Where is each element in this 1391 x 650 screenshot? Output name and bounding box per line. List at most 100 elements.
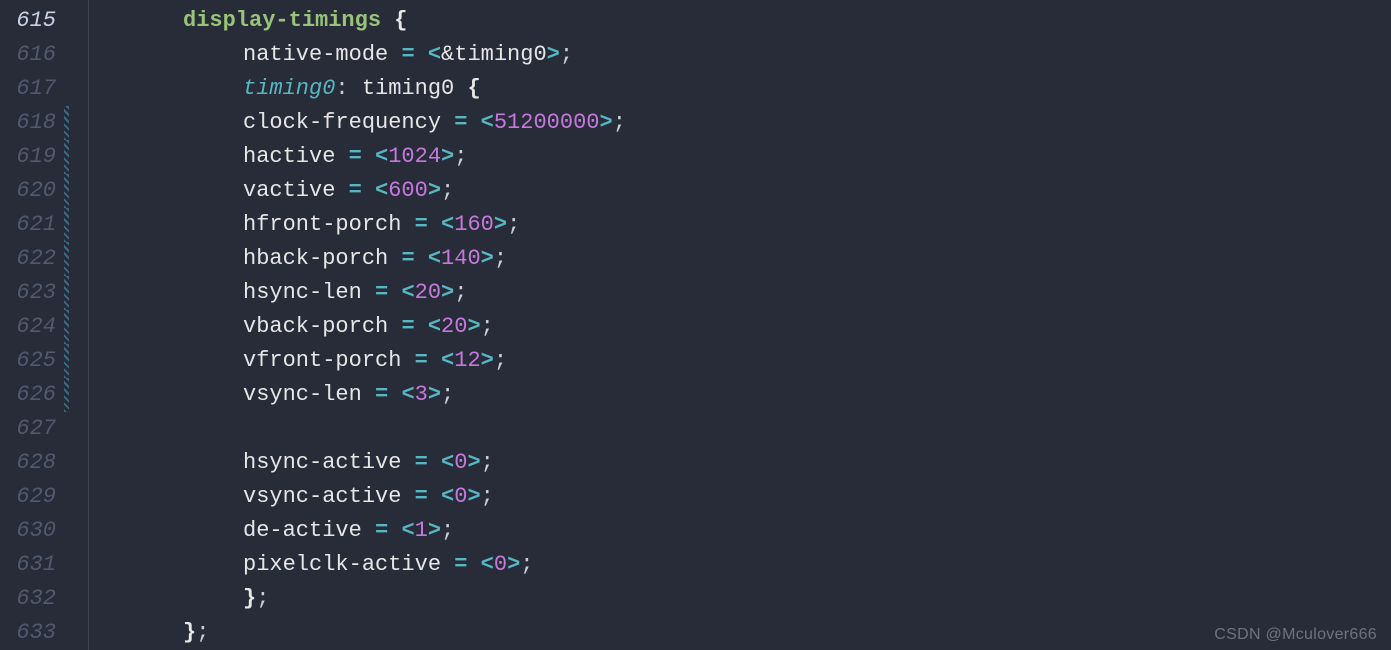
token-op: = — [454, 110, 467, 135]
token-num: 20 — [441, 314, 467, 339]
change-marker — [62, 446, 70, 480]
token-op: < — [441, 484, 454, 509]
token-op: > — [599, 110, 612, 135]
line-number: 625 — [0, 344, 56, 378]
token-op: > — [441, 280, 454, 305]
token-op: < — [428, 246, 441, 271]
code-line[interactable] — [103, 412, 1391, 446]
code-line[interactable]: hback-porch = <140>; — [103, 242, 1391, 276]
token-op: = — [401, 246, 414, 271]
code-editor[interactable]: 6156166176186196206216226236246256266276… — [0, 0, 1391, 650]
token-punct: ; — [560, 42, 573, 67]
token-ident: vfront-porch — [243, 348, 401, 373]
token-op: > — [547, 42, 560, 67]
token-op: > — [428, 382, 441, 407]
token-op: > — [467, 450, 480, 475]
code-line[interactable]: pixelclk-active = <0>; — [103, 548, 1391, 582]
token-punct — [388, 280, 401, 305]
change-marker — [64, 208, 69, 242]
code-line[interactable]: de-active = <1>; — [103, 514, 1391, 548]
token-punct — [467, 552, 480, 577]
code-line[interactable]: vactive = <600>; — [103, 174, 1391, 208]
token-op: > — [428, 518, 441, 543]
token-ident: hback-porch — [243, 246, 388, 271]
token-punct — [362, 144, 375, 169]
token-label: timing0 — [243, 76, 335, 101]
token-punct: ; — [481, 314, 494, 339]
token-punct — [362, 518, 375, 543]
code-line[interactable]: hsync-active = <0>; — [103, 446, 1391, 480]
token-brace: { — [394, 8, 407, 33]
token-ident: native-mode — [243, 42, 388, 67]
token-num: 0 — [494, 552, 507, 577]
token-punct — [415, 314, 428, 339]
token-num: 600 — [388, 178, 428, 203]
change-marker-column — [60, 0, 70, 650]
code-line[interactable]: vsync-len = <3>; — [103, 378, 1391, 412]
code-line[interactable]: }; — [103, 582, 1391, 616]
token-op: > — [481, 246, 494, 271]
token-punct — [388, 314, 401, 339]
line-number: 626 — [0, 378, 56, 412]
code-line[interactable]: native-mode = <&timing0>; — [103, 38, 1391, 72]
token-punct: ; — [441, 382, 454, 407]
token-ref: &timing0 — [441, 42, 547, 67]
token-punct — [428, 484, 441, 509]
change-marker — [64, 344, 69, 378]
token-punct — [381, 8, 394, 33]
token-punct: ; — [494, 348, 507, 373]
token-brace: { — [467, 76, 480, 101]
token-punct: ; — [494, 246, 507, 271]
code-line[interactable]: }; — [103, 616, 1391, 650]
token-op: > — [467, 314, 480, 339]
token-op: = — [415, 212, 428, 237]
code-line[interactable]: vback-porch = <20>; — [103, 310, 1391, 344]
code-line[interactable]: hactive = <1024>; — [103, 140, 1391, 174]
token-punct — [415, 246, 428, 271]
token-punct — [428, 348, 441, 373]
code-line[interactable]: display-timings { — [103, 4, 1391, 38]
token-op: < — [428, 42, 441, 67]
token-punct: ; — [613, 110, 626, 135]
token-punct — [401, 450, 414, 475]
code-line[interactable]: vsync-active = <0>; — [103, 480, 1391, 514]
token-num: 1024 — [388, 144, 441, 169]
token-op: < — [401, 280, 414, 305]
change-marker — [62, 480, 70, 514]
token-num: 160 — [454, 212, 494, 237]
token-ident: hsync-active — [243, 450, 401, 475]
token-ident: vsync-active — [243, 484, 401, 509]
token-num: 1 — [415, 518, 428, 543]
token-op: = — [375, 280, 388, 305]
token-punct — [362, 280, 375, 305]
token-punct: ; — [441, 518, 454, 543]
change-marker — [64, 140, 69, 174]
token-punct: ; — [520, 552, 533, 577]
token-op: < — [481, 552, 494, 577]
code-line[interactable]: vfront-porch = <12>; — [103, 344, 1391, 378]
code-area[interactable]: display-timings {native-mode = <&timing0… — [103, 0, 1391, 650]
line-number: 615 — [0, 4, 56, 38]
token-punct — [415, 42, 428, 67]
gutter-divider — [88, 0, 89, 650]
code-line[interactable]: timing0: timing0 { — [103, 72, 1391, 106]
token-punct — [428, 450, 441, 475]
line-number: 624 — [0, 310, 56, 344]
token-punct: ; — [441, 178, 454, 203]
token-op: < — [375, 144, 388, 169]
token-punct — [388, 518, 401, 543]
token-keyword: display-timings — [183, 8, 381, 33]
code-line[interactable]: clock-frequency = <51200000>; — [103, 106, 1391, 140]
token-op: > — [481, 348, 494, 373]
token-op: < — [375, 178, 388, 203]
code-line[interactable]: hsync-len = <20>; — [103, 276, 1391, 310]
token-punct: ; — [196, 620, 209, 645]
token-ident: hactive — [243, 144, 335, 169]
token-ident: clock-frequency — [243, 110, 441, 135]
token-op: = — [375, 382, 388, 407]
token-op: = — [415, 484, 428, 509]
token-punct — [335, 144, 348, 169]
token-op: = — [454, 552, 467, 577]
code-line[interactable]: hfront-porch = <160>; — [103, 208, 1391, 242]
line-number: 620 — [0, 174, 56, 208]
